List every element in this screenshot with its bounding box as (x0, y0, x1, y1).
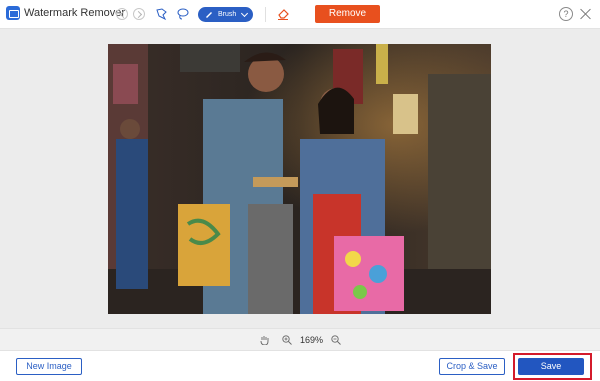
save-button[interactable]: Save (518, 358, 584, 375)
zoom-level: 169% (300, 335, 324, 345)
footer-bar: New Image Crop & Save Save (0, 350, 600, 381)
photo-image (108, 44, 491, 314)
new-image-button[interactable]: New Image (16, 358, 82, 375)
brush-label: Brush (218, 11, 237, 18)
zoom-in-icon[interactable] (282, 335, 292, 345)
brush-button[interactable]: Brush (198, 7, 253, 22)
chevron-down-icon[interactable] (240, 9, 249, 18)
crop-and-save-button[interactable]: Crop & Save (439, 358, 505, 375)
toolbar-divider (265, 7, 266, 22)
hand-icon[interactable] (260, 335, 269, 345)
photo-preview[interactable] (108, 44, 491, 314)
eraser-icon[interactable] (276, 7, 290, 21)
close-icon[interactable] (580, 8, 592, 20)
app-logo-icon (6, 6, 20, 20)
image-canvas[interactable] (0, 29, 600, 328)
brush-icon (206, 12, 212, 18)
app-title: Watermark Remover (24, 7, 126, 19)
remove-button[interactable]: Remove (315, 5, 380, 23)
zoom-bar: 169% (0, 328, 600, 350)
zoom-out-icon[interactable] (331, 335, 341, 345)
title-bar: Watermark Remover Brush Remove ? (0, 0, 600, 29)
help-icon[interactable]: ? (559, 7, 573, 21)
undo-icon[interactable] (116, 8, 128, 20)
watermark-remover-window: Watermark Remover Brush Remove ? 169% Ne… (0, 0, 600, 381)
lasso-icon[interactable] (176, 7, 190, 21)
redo-icon[interactable] (133, 8, 145, 20)
polygon-lasso-icon[interactable] (155, 7, 169, 21)
